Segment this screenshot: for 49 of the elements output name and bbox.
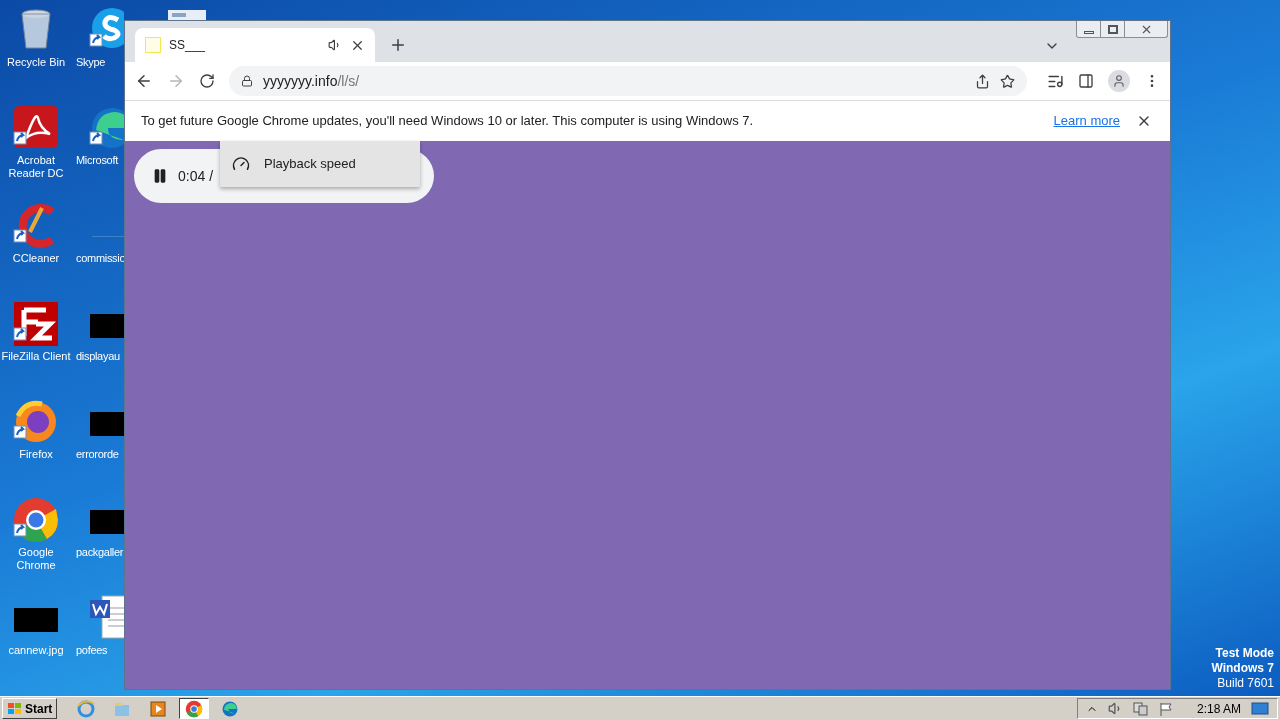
learn-more-link[interactable]: Learn more — [1053, 111, 1120, 131]
desktop-icon-label: Firefox — [19, 448, 53, 461]
favicon-icon — [145, 37, 161, 53]
desktop-icon-label: Microsoft — [75, 154, 118, 167]
desktop-icon-label: cannew.jpg — [8, 644, 64, 657]
address-bar[interactable]: yyyyyyy.info/l/s/ — [229, 66, 1027, 96]
browser-tab[interactable]: SS___ — [135, 28, 375, 62]
playback-speed-icon — [232, 155, 250, 173]
taskbar-app-button[interactable] — [179, 698, 210, 719]
internet-explorer-icon — [77, 699, 96, 718]
url-text: yyyyyyy.info/l/s/ — [263, 71, 361, 91]
acrobat-icon[interactable] — [12, 104, 60, 150]
edge-icon — [221, 699, 240, 718]
start-button[interactable]: Start — [2, 698, 58, 719]
desktop-icon-label: FileZilla Client — [1, 350, 71, 363]
tab-title: SS___ — [169, 37, 207, 54]
desktop-icon-label: CCleaner — [12, 252, 60, 265]
system-info-text: Test Mode — [1215, 646, 1274, 661]
back-icon[interactable] — [135, 72, 153, 90]
clock[interactable]: 2:18 AM — [1196, 699, 1241, 718]
filezilla-icon[interactable] — [12, 300, 60, 346]
desktop-icon-label: Google Chrome — [15, 546, 57, 572]
desktop-icon-label: displayau — [75, 350, 120, 363]
system-info-text: Windows 7 — [1211, 661, 1274, 676]
desktop-icon-label: Skype — [75, 56, 106, 69]
flag-icon[interactable] — [1158, 701, 1175, 716]
desktop-icon-label: pofees — [75, 644, 108, 657]
windows-logo-icon — [7, 701, 23, 716]
bookmark-star-icon[interactable] — [1000, 73, 1015, 89]
reload-icon[interactable] — [199, 73, 215, 89]
infobar-message: To get future Google Chrome updates, you'll need Windows 10 or later. This computer is using Windows 7. — [141, 112, 754, 131]
new-tab-icon[interactable] — [389, 36, 407, 54]
system-info-text: Build 7601 — [1217, 676, 1274, 691]
menu-item[interactable]: Playback speed — [220, 145, 420, 183]
desktop-icon-label: Recycle Bin — [6, 56, 66, 69]
show-desktop-icon[interactable] — [1251, 701, 1269, 716]
network-icon[interactable] — [1132, 701, 1149, 716]
desktop-icon-label: Acrobat Reader DC — [7, 154, 65, 180]
desktop-icon-label: commissio — [75, 252, 126, 265]
desktop-icon-label: errororde — [75, 448, 119, 461]
pause-icon[interactable] — [152, 168, 168, 184]
profile-avatar[interactable] — [1108, 70, 1130, 92]
desktop-icon-label: packgaller — [75, 546, 124, 559]
share-icon[interactable] — [975, 73, 990, 89]
lock-icon — [241, 75, 253, 87]
chrome-icon[interactable] — [12, 496, 60, 542]
playback-time: 0:04 / — [178, 166, 214, 186]
side-panel-icon[interactable] — [1078, 73, 1094, 89]
chrome-icon — [185, 699, 204, 718]
